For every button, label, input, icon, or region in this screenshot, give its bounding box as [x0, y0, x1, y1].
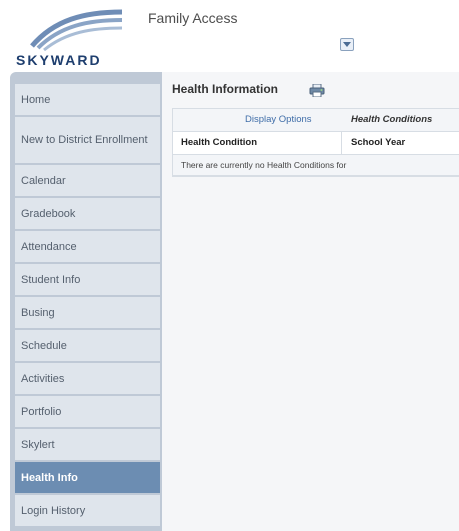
column-header-health-condition[interactable]: Health Condition — [181, 137, 257, 148]
skyward-logo-graphic: SKYWARD — [16, 9, 123, 68]
column-header-school-year[interactable]: School Year — [351, 137, 405, 148]
sidebar-item-student-info[interactable]: Student Info — [15, 264, 160, 295]
table-header-row: Health Condition School Year — [173, 132, 459, 155]
header: SKYWARD Family Access — [0, 0, 459, 72]
printer-icon[interactable] — [309, 84, 325, 97]
chevron-down-icon — [343, 42, 351, 47]
column-divider — [341, 132, 342, 154]
table-row: There are currently no Health Conditions… — [173, 155, 459, 176]
health-conditions-table: Display Options Health Conditions Health… — [172, 108, 459, 177]
sidebar-item-calendar[interactable]: Calendar — [15, 165, 160, 196]
sidebar-item-gradebook[interactable]: Gradebook — [15, 198, 160, 229]
sidebar-item-skylert[interactable]: Skylert — [15, 429, 160, 460]
main-content: Health Information Display Options Healt… — [162, 72, 459, 531]
sidebar-item-schedule[interactable]: Schedule — [15, 330, 160, 361]
sidebar-item-attendance[interactable]: Attendance — [15, 231, 160, 262]
display-options-link[interactable]: Display Options — [245, 114, 312, 125]
page-title: Health Information — [172, 82, 279, 96]
app-title: Family Access — [148, 10, 238, 26]
logo-text: SKYWARD — [16, 52, 102, 68]
sidebar-item-new-to-district-enrollment[interactable]: New to District Enrollment — [15, 117, 160, 163]
table-options-row: Display Options Health Conditions — [173, 109, 459, 132]
skyward-logo: SKYWARD — [14, 8, 126, 68]
sidebar-item-activities[interactable]: Activities — [15, 363, 160, 394]
sidebar-item-health-info[interactable]: Health Info — [15, 462, 160, 493]
empty-message: There are currently no Health Conditions… — [181, 160, 347, 170]
sidebar-item-home[interactable]: Home — [15, 84, 160, 115]
sidebar-item-portfolio[interactable]: Portfolio — [15, 396, 160, 427]
student-dropdown[interactable] — [340, 38, 354, 51]
sidebar-item-login-history[interactable]: Login History — [15, 495, 160, 526]
sidebar-nav: Home New to District Enrollment Calendar… — [15, 84, 160, 528]
sidebar-item-busing[interactable]: Busing — [15, 297, 160, 328]
health-conditions-tab[interactable]: Health Conditions — [351, 114, 432, 125]
